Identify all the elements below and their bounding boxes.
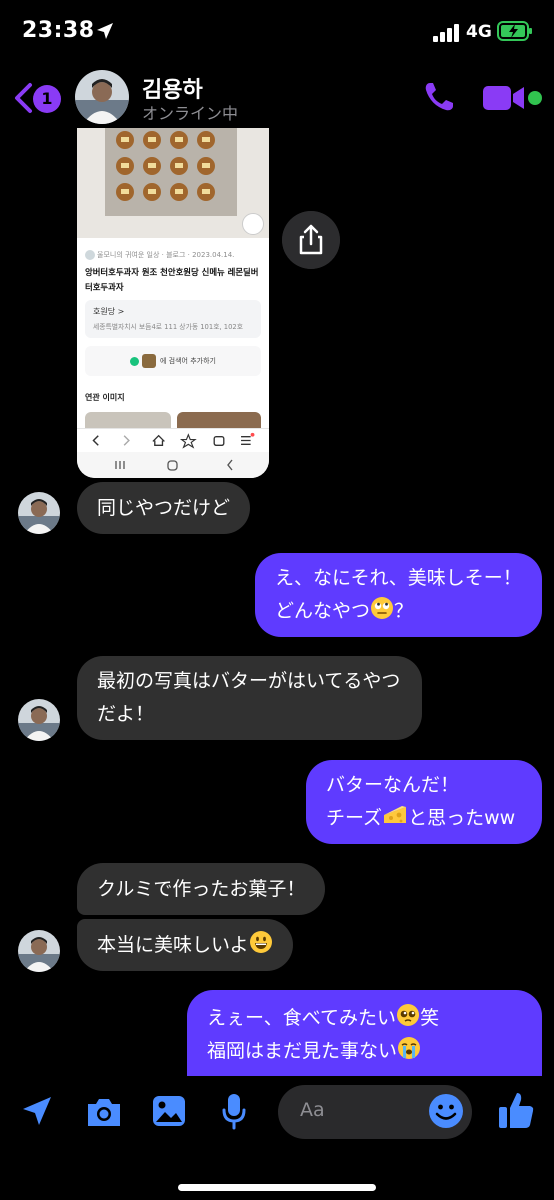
- related-image[interactable]: [85, 412, 171, 428]
- message-text: 同じやつだけど: [97, 497, 231, 519]
- back-chevron-icon[interactable]: [12, 82, 34, 114]
- message-text: え、なにそれ、美味しそー！: [275, 567, 522, 589]
- thumbs-up-icon[interactable]: [497, 1090, 535, 1130]
- add-keyword-button[interactable]: 에 검색어 추가하기: [85, 346, 261, 376]
- message-bubble-incoming[interactable]: 本当に美味しいよ: [77, 919, 293, 971]
- message-line: チーズ と思ったww: [326, 802, 522, 835]
- send-location-icon[interactable]: [20, 1094, 54, 1128]
- status-bar: 23:38 4G: [0, 0, 554, 66]
- share-icon[interactable]: [282, 211, 340, 269]
- video-camera-icon[interactable]: [483, 84, 525, 112]
- message-text: 本当に美味しいよ: [97, 934, 249, 956]
- android-nav-bar: [77, 452, 269, 478]
- loudly-crying-emoji: [398, 1037, 421, 1059]
- gallery-icon[interactable]: [151, 1094, 187, 1128]
- battery-charging-icon: [497, 21, 532, 41]
- message-bubble-outgoing[interactable]: えぇー、食べてみたい 笑 福岡はまだ見た事ない: [187, 990, 542, 1082]
- message-bubble-outgoing[interactable]: バターなんだ！ チーズ と思ったww: [306, 760, 542, 844]
- bookmark-star-icon: [179, 433, 197, 449]
- signal-icon: [433, 24, 459, 42]
- home-indicator: [178, 1184, 376, 1191]
- lens-search-icon[interactable]: [242, 213, 264, 235]
- message-text: だよ！: [97, 703, 155, 725]
- tabs-icon: [213, 435, 225, 446]
- camera-icon[interactable]: [85, 1096, 123, 1128]
- pastry-photo: [77, 128, 269, 238]
- shared-image[interactable]: 울모니의 귀여운 일상 · 블로그 · 2023.04.14. 앙버터호두과자 …: [77, 128, 269, 478]
- message-text: バターなんだ！: [326, 774, 460, 796]
- grinning-emoji: [249, 931, 272, 953]
- browser-home-icon: [152, 434, 165, 446]
- place-address: 세종특별자치시 보듬4로 111 상가동 101호, 102호: [93, 323, 244, 331]
- place-card[interactable]: 호원당 > 세종특별자치시 보듬4로 111 상가동 101호, 102호: [85, 300, 261, 338]
- cheese-emoji: [384, 806, 407, 823]
- pleading-face-emoji: [397, 1004, 420, 1026]
- status-time: 23:38: [22, 18, 95, 43]
- message-text: 笑: [420, 1007, 440, 1029]
- message-composer: Aa: [0, 1076, 554, 1200]
- message-text: クルミで作ったお菓子！: [97, 878, 306, 900]
- unread-badge: 1: [33, 85, 61, 113]
- message-text: えぇー、食べてみたい: [207, 1007, 397, 1029]
- avatar[interactable]: [75, 70, 129, 124]
- post-meta: 울모니의 귀여운 일상 · 블로그 · 2023.04.14.: [85, 250, 234, 260]
- related-images-label: 연관 이미지: [85, 393, 125, 402]
- message-bubble-incoming[interactable]: 同じやつだけど: [77, 482, 251, 534]
- location-arrow-icon: [97, 23, 113, 39]
- add-keyword-label: 에 검색어 추가하기: [160, 357, 216, 365]
- post-meta-text: 울모니의 귀여운 일상 · 블로그 · 2023.04.14.: [97, 251, 235, 259]
- avatar[interactable]: [18, 930, 60, 972]
- browser-forward-icon: [123, 435, 130, 446]
- message-input-placeholder: Aa: [300, 1099, 325, 1121]
- post-title[interactable]: 앙버터호두과자 원조 천안호원당 신메뉴 레몬딜버터호두과자: [85, 265, 265, 295]
- emoji-icon[interactable]: [428, 1093, 464, 1129]
- message-text: チーズ: [326, 807, 383, 829]
- network-type: 4G: [466, 22, 492, 42]
- phone-icon[interactable]: [422, 80, 456, 114]
- browser-toolbar: [77, 428, 269, 452]
- message-text: と思ったww: [408, 807, 516, 829]
- message-text: どんなやつ: [275, 600, 371, 622]
- place-name: 호원당 >: [93, 307, 125, 316]
- avatar[interactable]: [18, 492, 60, 534]
- message-text: 福岡はまだ見た事ない: [207, 1040, 398, 1062]
- browser-menu-icon: [241, 435, 251, 446]
- message-line: 福岡はまだ見た事ない: [207, 1035, 522, 1068]
- browser-back-icon: [92, 435, 99, 446]
- message-text: 最初の写真はバターがはいてるやつ: [97, 670, 401, 692]
- message-line: どんなやつ ？: [275, 595, 522, 628]
- microphone-icon[interactable]: [220, 1092, 248, 1130]
- online-indicator: [528, 91, 542, 105]
- blog-avatar: [85, 250, 95, 260]
- message-bubble-incoming[interactable]: 最初の写真はバターがはいてるやつ だよ！: [77, 656, 422, 740]
- plus-icon: [130, 356, 139, 366]
- keyword-thumbnail: [142, 354, 156, 368]
- conversation-header: 1 김용하 オンライン中: [0, 66, 554, 130]
- related-image[interactable]: [177, 412, 261, 428]
- message-bubble-incoming[interactable]: クルミで作ったお菓子！: [77, 863, 326, 915]
- presence-status: オンライン中: [142, 104, 239, 123]
- rolling-eyes-emoji: [371, 597, 394, 619]
- message-line: えぇー、食べてみたい 笑: [207, 1002, 522, 1035]
- avatar[interactable]: [18, 699, 60, 741]
- message-text: ？: [394, 600, 414, 622]
- message-bubble-outgoing[interactable]: え、なにそれ、美味しそー！ どんなやつ ？: [255, 553, 542, 637]
